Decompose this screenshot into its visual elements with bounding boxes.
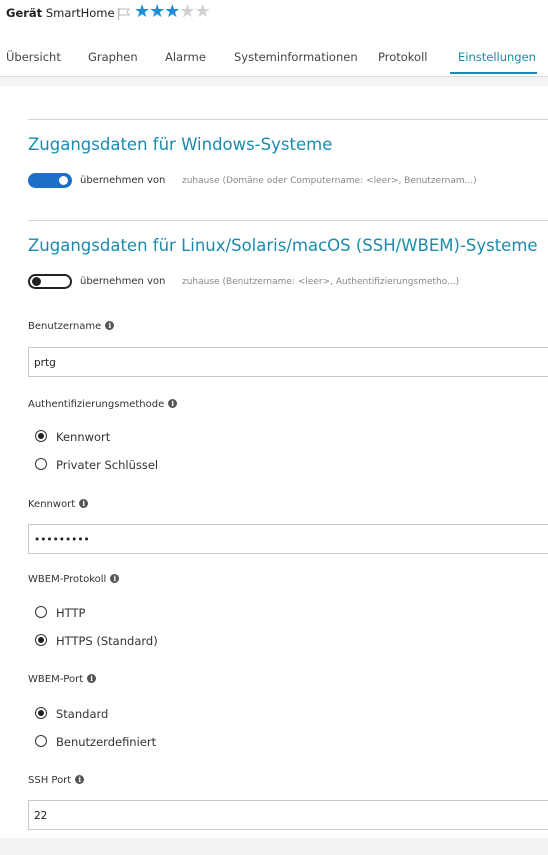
section-divider (28, 220, 548, 221)
tab-protokoll[interactable]: Protokoll (378, 50, 427, 64)
info-icon[interactable]: i (79, 499, 89, 508)
radio-private-key-label[interactable]: Privater Schlüssel (56, 458, 158, 472)
settings-panel: Zugangsdaten für Windows-Systeme überneh… (0, 86, 548, 838)
info-icon[interactable]: i (87, 674, 97, 683)
ssh-port-input[interactable]: 22 (28, 800, 548, 830)
radio-port-standard[interactable] (35, 707, 47, 719)
linux-section-title: Zugangsdaten für Linux/Solaris/macOS (SS… (28, 236, 538, 255)
toggle-knob (59, 176, 68, 185)
info-icon[interactable]: i (105, 321, 115, 330)
device-prefix: Gerät (6, 6, 43, 20)
wbem-protocol-label: WBEM-Protokoll i (28, 574, 120, 585)
star-icon[interactable]: ★ (179, 1, 195, 22)
tab-systeminformationen[interactable]: Systeminformationen (234, 50, 358, 64)
tab-graphen[interactable]: Graphen (88, 50, 138, 64)
radio-https[interactable] (35, 634, 47, 646)
page-header: Gerät SmartHome ★★★★★ (0, 0, 548, 38)
ssh-port-label: SSH Port i (28, 775, 85, 786)
priority-rating[interactable]: ★★★★★ (134, 1, 211, 22)
windows-section-title: Zugangsdaten für Windows-Systeme (28, 135, 333, 154)
radio-https-label[interactable]: HTTPS (Standard) (56, 634, 158, 648)
radio-port-custom-label[interactable]: Benutzerdefiniert (56, 735, 156, 749)
wbem-port-label: WBEM-Port i (28, 674, 97, 685)
active-tab-indicator (450, 72, 537, 74)
tab-uebersicht[interactable]: Übersicht (6, 50, 61, 64)
windows-inherit-toggle[interactable] (28, 173, 72, 188)
radio-kennwort[interactable] (35, 430, 47, 442)
radio-private-key[interactable] (35, 458, 47, 470)
star-icon[interactable]: ★ (149, 1, 165, 22)
linux-inherit-desc: zuhause (Benutzername: <leer>, Authentif… (182, 277, 460, 287)
linux-inherit-toggle[interactable] (28, 274, 72, 289)
flag-icon[interactable] (117, 8, 131, 20)
star-icon[interactable]: ★ (195, 1, 211, 22)
device-title: Gerät SmartHome (6, 6, 115, 20)
radio-kennwort-label[interactable]: Kennwort (56, 430, 110, 444)
password-label: Kennwort i (28, 499, 89, 510)
star-icon[interactable]: ★ (164, 1, 180, 22)
info-icon[interactable]: i (110, 574, 120, 583)
star-icon[interactable]: ★ (134, 1, 150, 22)
section-divider (28, 119, 548, 120)
username-input[interactable]: prtg (28, 347, 548, 377)
auth-method-label: Authentifizierungsmethode i (28, 399, 178, 410)
radio-port-custom[interactable] (35, 735, 47, 747)
tab-bar: Übersicht Graphen Alarme Systeminformati… (0, 38, 548, 77)
windows-inherit-desc: zuhause (Domäne oder Computername: <leer… (182, 176, 477, 186)
tab-alarme[interactable]: Alarme (165, 50, 206, 64)
radio-http-label[interactable]: HTTP (56, 606, 85, 620)
device-name: SmartHome (45, 6, 115, 20)
info-icon[interactable]: i (168, 399, 178, 408)
radio-port-standard-label[interactable]: Standard (56, 707, 108, 721)
tab-einstellungen[interactable]: Einstellungen (458, 50, 536, 64)
username-label: Benutzername i (28, 321, 115, 332)
toggle-knob (32, 277, 41, 286)
info-icon[interactable]: i (75, 775, 85, 784)
radio-http[interactable] (35, 606, 47, 618)
password-input[interactable]: ••••••••• (28, 524, 548, 554)
linux-inherit-label: übernehmen von (80, 276, 166, 287)
windows-inherit-label: übernehmen von (80, 175, 166, 186)
